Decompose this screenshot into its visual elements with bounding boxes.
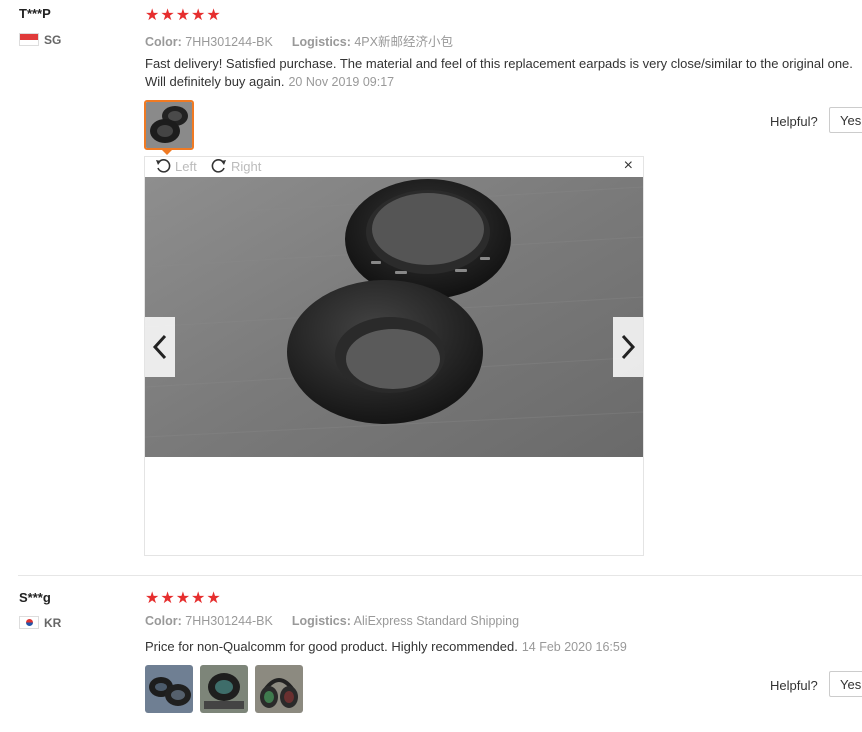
- earpads-thumbnail-icon: [145, 665, 193, 713]
- photo-viewer: Left Right ×: [144, 156, 644, 556]
- color-value: 7HH301244-BK: [185, 614, 273, 628]
- review-photo-thumbnail[interactable]: [255, 665, 303, 713]
- review-photo-large: [145, 177, 643, 457]
- previous-photo-button[interactable]: [145, 317, 175, 377]
- review-body: Fast delivery! Satisfied purchase. The m…: [145, 55, 861, 91]
- logistics-label: Logistics:: [291, 35, 351, 49]
- review-item: T***P SG ★★★★★ Color: 7HH301244-BK Logis…: [0, 0, 862, 575]
- rotate-right-label: Right: [231, 158, 262, 174]
- helpful-yes-button[interactable]: Yes: [829, 107, 862, 133]
- star-rating: ★★★★★: [145, 7, 222, 24]
- logistics-label: Logistics:: [291, 614, 351, 628]
- earpads-thumbnail-icon: [146, 102, 192, 148]
- active-thumbnail-caret: [161, 149, 173, 155]
- country-flag-icon: [19, 616, 39, 629]
- headphones-thumbnail-icon: [255, 665, 303, 713]
- logistics-value: 4PX新邮经济小包: [354, 35, 453, 49]
- viewer-toolbar: Left Right ×: [145, 157, 643, 177]
- review-date: 20 Nov 2019 09:17: [288, 75, 395, 89]
- rotate-right-icon: [211, 159, 226, 173]
- reviewer-name: S***g: [19, 590, 51, 605]
- reviewer-country: SG: [44, 33, 62, 47]
- earpads-photo-icon: [145, 177, 643, 457]
- helpful-label: Helpful?: [770, 114, 818, 129]
- review-item: S***g KR ★★★★★ Color: 7HH301244-BK Logis…: [0, 576, 862, 732]
- helpful-yes-button[interactable]: Yes: [829, 671, 862, 697]
- color-value: 7HH301244-BK: [185, 35, 273, 49]
- close-viewer-button[interactable]: ×: [624, 157, 633, 175]
- rotate-left-icon: [156, 159, 171, 173]
- review-text: Fast delivery! Satisfied purchase. The m…: [145, 56, 853, 89]
- rotate-right-button[interactable]: Right: [211, 158, 261, 174]
- reviewer-name: T***P: [19, 6, 51, 21]
- review-text: Price for non-Qualcomm for good product.…: [145, 639, 518, 654]
- review-date: 14 Feb 2020 16:59: [521, 640, 627, 654]
- review-meta: Color: 7HH301244-BK Logistics: 4PX新邮经济小包: [145, 31, 453, 50]
- review-photo-thumbnail[interactable]: [200, 665, 248, 713]
- next-photo-button[interactable]: [613, 317, 643, 377]
- rotate-left-label: Left: [175, 158, 197, 174]
- review-meta: Color: 7HH301244-BK Logistics: AliExpres…: [145, 614, 519, 628]
- review-body: Price for non-Qualcomm for good product.…: [145, 638, 861, 656]
- helpful-label: Helpful?: [770, 678, 818, 693]
- review-photo-thumbnail[interactable]: [144, 100, 194, 150]
- color-label: Color:: [145, 614, 182, 628]
- rotate-left-button[interactable]: Left: [155, 158, 197, 174]
- review-photo-thumbnail[interactable]: [145, 665, 193, 713]
- country-flag-icon: [19, 33, 39, 46]
- reviewer-country: KR: [44, 616, 62, 630]
- chevron-right-icon: [621, 334, 636, 360]
- chevron-left-icon: [152, 334, 167, 360]
- color-label: Color:: [145, 35, 182, 49]
- earpads-thumbnail-icon: [200, 665, 248, 713]
- star-rating: ★★★★★: [145, 590, 222, 607]
- logistics-value: AliExpress Standard Shipping: [353, 614, 520, 628]
